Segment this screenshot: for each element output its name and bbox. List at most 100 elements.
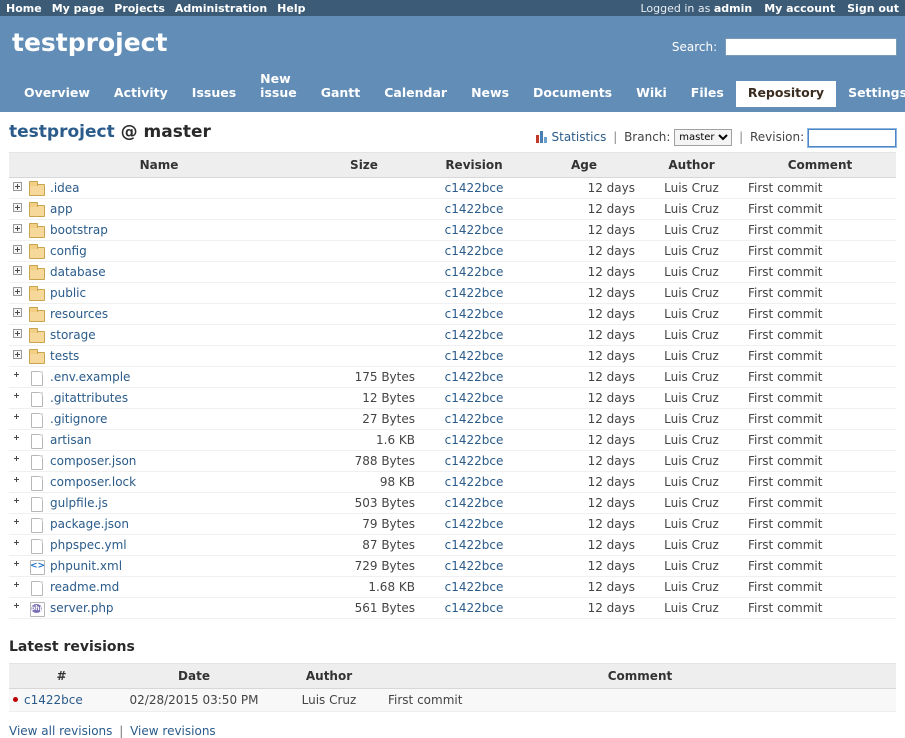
expand-plus-icon[interactable] [13, 266, 22, 275]
revision-link[interactable]: c1422bce [445, 391, 504, 405]
tab-gantt[interactable]: Gantt [309, 81, 373, 107]
file-link[interactable]: .gitattributes [50, 391, 128, 405]
revision-link[interactable]: c1422bce [445, 559, 504, 573]
tab-new-issue[interactable]: New issue [248, 67, 309, 107]
revision-id-link[interactable]: c1422bce [24, 693, 83, 707]
my-account-link[interactable]: My account [764, 2, 835, 15]
revision-link[interactable]: c1422bce [445, 244, 504, 258]
top-menu-help[interactable]: Help [277, 2, 305, 15]
revision-link[interactable]: c1422bce [445, 538, 504, 552]
file-link[interactable]: config [50, 244, 87, 258]
statistics-link[interactable]: Statistics [552, 130, 607, 144]
revision-link[interactable]: c1422bce [445, 454, 504, 468]
file-link[interactable]: composer.lock [50, 475, 136, 489]
table-row[interactable]: .gitattributes 12 Bytes c1422bce 12 days Lui… [9, 387, 896, 409]
table-row[interactable]: app c1422bce 12 days Luis Cruz First commit [9, 198, 896, 220]
revision-link[interactable]: c1422bce [445, 475, 504, 489]
table-row[interactable]: gulpfile.js 503 Bytes c1422bce 12 days Luis … [9, 492, 896, 514]
tab-overview[interactable]: Overview [12, 81, 102, 107]
table-row[interactable]: composer.json 788 Bytes c1422bce 12 days Lui… [9, 450, 896, 472]
top-menu-home[interactable]: Home [6, 2, 42, 15]
table-row[interactable]: <> phpunit.xml 729 Bytes c1422bce 12 days Lui… [9, 555, 896, 577]
revision-link[interactable]: c1422bce [445, 202, 504, 216]
revision-link[interactable]: c1422bce [445, 496, 504, 510]
column-header-age[interactable]: Age [529, 152, 639, 178]
tab-wiki[interactable]: Wiki [624, 81, 679, 107]
expand-plus-icon[interactable] [13, 224, 22, 233]
file-link[interactable]: readme.md [50, 580, 119, 594]
file-link[interactable]: bootstrap [50, 223, 108, 237]
revision-link[interactable]: c1422bce [445, 580, 504, 594]
revision-link[interactable]: c1422bce [445, 223, 504, 237]
column-header-author[interactable]: Author [639, 152, 744, 178]
revision-link[interactable]: c1422bce [445, 286, 504, 300]
column-header-comment[interactable]: Comment [744, 152, 896, 178]
revision-link[interactable]: c1422bce [445, 517, 504, 531]
tab-activity[interactable]: Activity [102, 81, 180, 107]
file-link[interactable]: .gitignore [50, 412, 107, 426]
revision-row[interactable]: c1422bce 02/28/2015 03:50 PM Luis Cruz Firs… [9, 688, 896, 712]
table-row[interactable]: public c1422bce 12 days Luis Cruz First comm… [9, 282, 896, 304]
tab-documents[interactable]: Documents [521, 81, 624, 107]
table-row[interactable]: artisan 1.6 KB c1422bce 12 days Luis Cruz Fir… [9, 429, 896, 451]
revision-link[interactable]: c1422bce [445, 265, 504, 279]
file-link[interactable]: composer.json [50, 454, 136, 468]
file-link[interactable]: public [50, 286, 86, 300]
table-row[interactable]: .idea c1422bce 12 days Luis Cruz First commi… [9, 177, 896, 199]
revision-link[interactable]: c1422bce [445, 412, 504, 426]
sign-out-link[interactable]: Sign out [847, 2, 899, 15]
table-row[interactable]: storage c1422bce 12 days Luis Cruz First com… [9, 324, 896, 346]
view-revisions-link[interactable]: View revisions [130, 724, 216, 738]
file-link[interactable]: artisan [50, 433, 92, 447]
view-all-revisions-link[interactable]: View all revisions [9, 724, 112, 738]
column-header-name[interactable]: Name [9, 152, 309, 178]
tab-issues[interactable]: Issues [180, 81, 248, 107]
revision-link[interactable]: c1422bce [445, 601, 504, 615]
expand-plus-icon[interactable] [13, 329, 22, 338]
table-row[interactable]: .env.example 175 Bytes c1422bce 12 days Luis… [9, 366, 896, 388]
file-link[interactable]: server.php [50, 601, 114, 615]
file-link[interactable]: database [50, 265, 106, 279]
search-input[interactable] [725, 38, 897, 56]
revision-link[interactable]: c1422bce [445, 349, 504, 363]
top-menu-administration[interactable]: Administration [175, 2, 267, 15]
table-row[interactable]: bootstrap c1422bce 12 days Luis Cruz First c… [9, 219, 896, 241]
table-row[interactable]: composer.lock 98 KB c1422bce 12 days Luis Cr… [9, 471, 896, 493]
table-row[interactable]: database c1422bce 12 days Luis Cruz First co… [9, 261, 896, 283]
table-row[interactable]: package.json 79 Bytes c1422bce 12 days Luis … [9, 513, 896, 535]
tab-files[interactable]: Files [679, 81, 736, 107]
table-row[interactable]: resources c1422bce 12 days Luis Cruz First c… [9, 303, 896, 325]
file-link[interactable]: app [50, 202, 73, 216]
column-header-revision[interactable]: Revision [419, 152, 529, 178]
table-row[interactable]: tests c1422bce 12 days Luis Cruz First commi… [9, 345, 896, 367]
expand-plus-icon[interactable] [13, 203, 22, 212]
revision-link[interactable]: c1422bce [445, 328, 504, 342]
column-header-size[interactable]: Size [309, 152, 419, 178]
revision-input[interactable] [807, 127, 897, 148]
top-menu-my-page[interactable]: My page [52, 2, 105, 15]
file-link[interactable]: gulpfile.js [50, 496, 108, 510]
table-row[interactable]: phpspec.yml 87 Bytes c1422bce 12 days Luis C… [9, 534, 896, 556]
tab-calendar[interactable]: Calendar [372, 81, 459, 107]
branch-select[interactable]: master [674, 129, 733, 146]
tab-news[interactable]: News [459, 81, 521, 107]
file-link[interactable]: .env.example [50, 370, 130, 384]
top-menu-projects[interactable]: Projects [114, 2, 165, 15]
table-row[interactable]: config c1422bce 12 days Luis Cruz First comm… [9, 240, 896, 262]
revision-link[interactable]: c1422bce [445, 370, 504, 384]
file-link[interactable]: .idea [50, 181, 80, 195]
tab-settings[interactable]: Settings [836, 81, 905, 107]
revision-link[interactable]: c1422bce [445, 181, 504, 195]
file-link[interactable]: storage [50, 328, 96, 342]
expand-plus-icon[interactable] [13, 245, 22, 254]
table-row[interactable]: php server.php 561 Bytes c1422bce 12 days Lui… [9, 597, 896, 619]
file-link[interactable]: phpunit.xml [50, 559, 122, 573]
revision-link[interactable]: c1422bce [445, 433, 504, 447]
file-link[interactable]: resources [50, 307, 108, 321]
file-link[interactable]: tests [50, 349, 79, 363]
expand-plus-icon[interactable] [13, 182, 22, 191]
file-link[interactable]: phpspec.yml [50, 538, 127, 552]
revision-link[interactable]: c1422bce [445, 307, 504, 321]
expand-plus-icon[interactable] [13, 287, 22, 296]
file-link[interactable]: package.json [50, 517, 129, 531]
